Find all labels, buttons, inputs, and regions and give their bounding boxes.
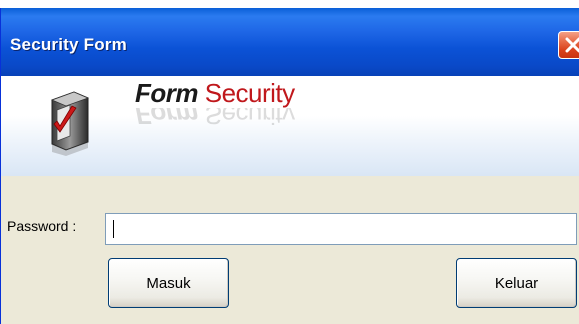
text-cursor <box>113 220 114 238</box>
close-button[interactable] <box>558 31 579 59</box>
window-title: Security Form <box>10 35 127 54</box>
exit-button[interactable]: Keluar <box>456 258 577 308</box>
close-icon <box>565 37 579 53</box>
security-form-window: Security Form Form Security Form Securit… <box>0 8 579 324</box>
banner-title-security: Security <box>204 78 295 108</box>
title-bar[interactable]: Security Form <box>1 8 579 76</box>
banner-title-form: Form <box>135 78 199 108</box>
login-button[interactable]: Masuk <box>108 258 229 308</box>
security-checkmark-icon <box>50 91 90 156</box>
banner-title-reflection: Form Security <box>135 108 295 130</box>
password-input[interactable] <box>105 213 577 245</box>
banner-reflection-form: Form <box>135 108 198 130</box>
banner-reflection-security: Security <box>204 108 295 130</box>
banner-title: Form Security <box>135 78 295 109</box>
password-label: Password : <box>7 218 77 234</box>
